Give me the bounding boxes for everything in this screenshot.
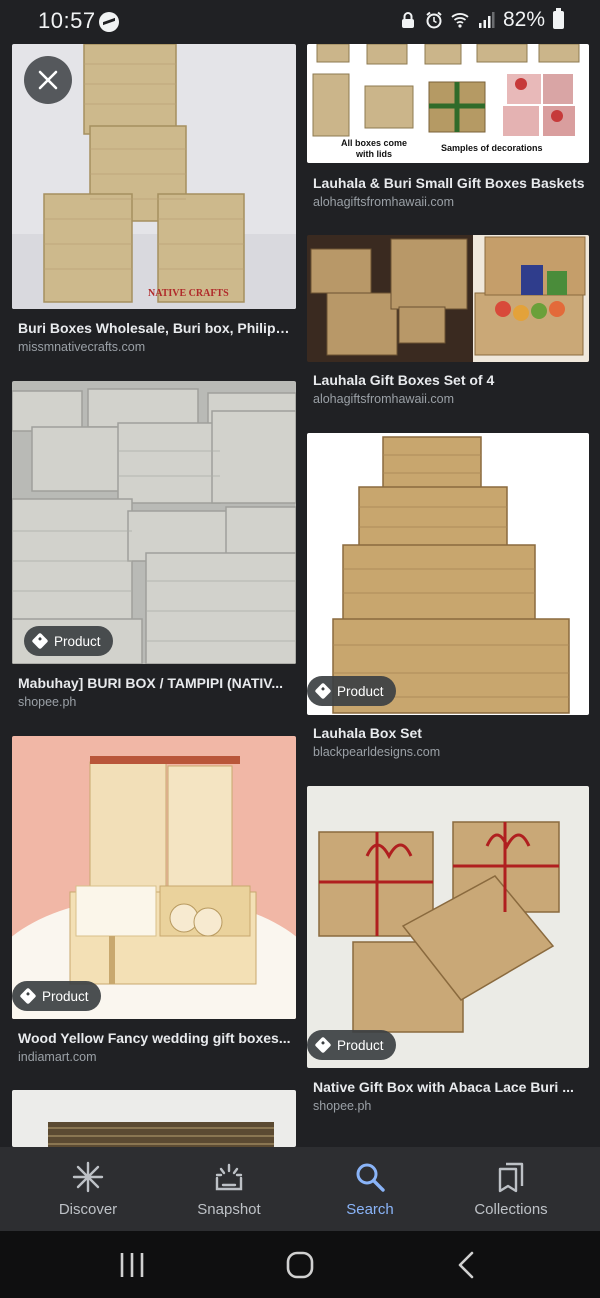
result-title[interactable]: Native Gift Box with Abaca Lace Buri ... xyxy=(313,1079,589,1095)
result-title[interactable]: Buri Boxes Wholesale, Buri box, Philipp.… xyxy=(18,320,294,336)
result-domain[interactable]: alohagiftsfromhawaii.com xyxy=(313,195,454,209)
nav-collections[interactable]: Collections xyxy=(436,1147,586,1231)
collections-icon xyxy=(498,1162,524,1193)
result-card[interactable]: Product Lauhala Box Set blackpearldesign… xyxy=(307,433,589,763)
product-badge-label: Product xyxy=(42,988,89,1004)
result-card[interactable] xyxy=(12,1090,296,1147)
result-domain[interactable]: blackpearldesigns.com xyxy=(313,745,440,759)
result-title[interactable]: Lauhala Box Set xyxy=(313,725,589,741)
nav-snapshot-label: Snapshot xyxy=(197,1201,261,1218)
lock-icon xyxy=(401,12,414,28)
asterisk-icon xyxy=(72,1161,104,1193)
result-card[interactable]: NATIVE CRAFTS Buri Boxes Wholesale, Buri… xyxy=(12,44,296,364)
result-domain[interactable]: shopee.ph xyxy=(313,1099,371,1113)
image-caption-right: Samples of decorations xyxy=(441,143,543,153)
status-bar: 10:57 82% xyxy=(0,0,600,44)
result-card[interactable]: All boxes come with lids Samples of deco… xyxy=(307,44,589,219)
result-image[interactable] xyxy=(307,235,589,362)
back-icon[interactable] xyxy=(448,1249,488,1281)
result-domain[interactable]: shopee.ph xyxy=(18,695,76,709)
product-badge-label: Product xyxy=(337,1037,384,1053)
result-title[interactable]: Lauhala Gift Boxes Set of 4 xyxy=(313,372,589,388)
recent-apps-icon[interactable] xyxy=(112,1249,152,1281)
close-icon xyxy=(38,70,58,90)
tag-icon xyxy=(314,682,332,700)
result-image[interactable]: Product xyxy=(307,433,589,715)
nav-snapshot[interactable]: Snapshot xyxy=(154,1147,304,1231)
nav-discover-label: Discover xyxy=(58,1201,118,1218)
result-card[interactable]: Product Mabuhay] BURI BOX / TAMPIPI (NAT… xyxy=(12,381,296,711)
tag-icon xyxy=(314,1036,332,1054)
wifi-icon xyxy=(451,13,469,28)
search-icon xyxy=(356,1163,385,1192)
product-badge: Product xyxy=(307,1030,396,1060)
tag-icon xyxy=(31,632,49,650)
signal-icon xyxy=(478,12,495,28)
result-image[interactable]: Product xyxy=(12,381,296,664)
battery-percent: 82% xyxy=(502,8,545,31)
result-card[interactable]: Product Native Gift Box with Abaca Lace … xyxy=(307,786,589,1116)
system-navigation-bar xyxy=(0,1231,600,1298)
home-icon[interactable] xyxy=(280,1249,320,1281)
tag-icon xyxy=(19,987,37,1005)
result-card[interactable]: Lauhala Gift Boxes Set of 4 alohagiftsfr… xyxy=(307,235,589,411)
nav-search[interactable]: Search xyxy=(295,1147,445,1231)
result-domain[interactable]: indiamart.com xyxy=(18,1050,97,1064)
status-indicators: 82% xyxy=(399,8,564,32)
product-badge: Product xyxy=(12,981,101,1011)
product-badge-label: Product xyxy=(337,683,384,699)
nav-search-label: Search xyxy=(346,1201,394,1218)
result-card[interactable]: Product Wood Yellow Fancy wedding gift b… xyxy=(12,736,296,1066)
alarm-icon xyxy=(426,11,442,29)
result-title[interactable]: Wood Yellow Fancy wedding gift boxes... xyxy=(18,1030,294,1046)
product-badge-label: Product xyxy=(54,633,101,649)
product-badge: Product xyxy=(24,626,113,656)
result-image[interactable] xyxy=(12,1090,296,1147)
nav-collections-label: Collections xyxy=(474,1201,548,1218)
result-title[interactable]: Mabuhay] BURI BOX / TAMPIPI (NATIV... xyxy=(18,675,294,691)
image-caption-left: All boxes come with lids xyxy=(340,138,408,159)
result-image[interactable]: Product xyxy=(12,736,296,1019)
battery-icon xyxy=(553,8,564,29)
result-title[interactable]: Lauhala & Buri Small Gift Boxes Baskets xyxy=(313,175,589,191)
svg-text:NATIVE CRAFTS: NATIVE CRAFTS xyxy=(148,288,229,299)
product-badge: Product xyxy=(307,676,396,706)
close-button[interactable] xyxy=(24,56,72,104)
snapshot-icon xyxy=(215,1163,243,1191)
result-domain[interactable]: alohagiftsfromhawaii.com xyxy=(313,392,454,406)
result-image[interactable]: NATIVE CRAFTS xyxy=(12,44,296,309)
bottom-navigation: Discover Snapshot Search Collections xyxy=(0,1147,600,1231)
messenger-icon xyxy=(99,12,119,32)
status-time: 10:57 xyxy=(38,8,96,33)
result-image[interactable]: All boxes come with lids Samples of deco… xyxy=(307,44,589,163)
result-domain[interactable]: missmnativecrafts.com xyxy=(18,340,145,354)
results-grid: NATIVE CRAFTS Buri Boxes Wholesale, Buri… xyxy=(0,44,600,1147)
result-image[interactable]: Product xyxy=(307,786,589,1068)
nav-discover[interactable]: Discover xyxy=(13,1147,163,1231)
